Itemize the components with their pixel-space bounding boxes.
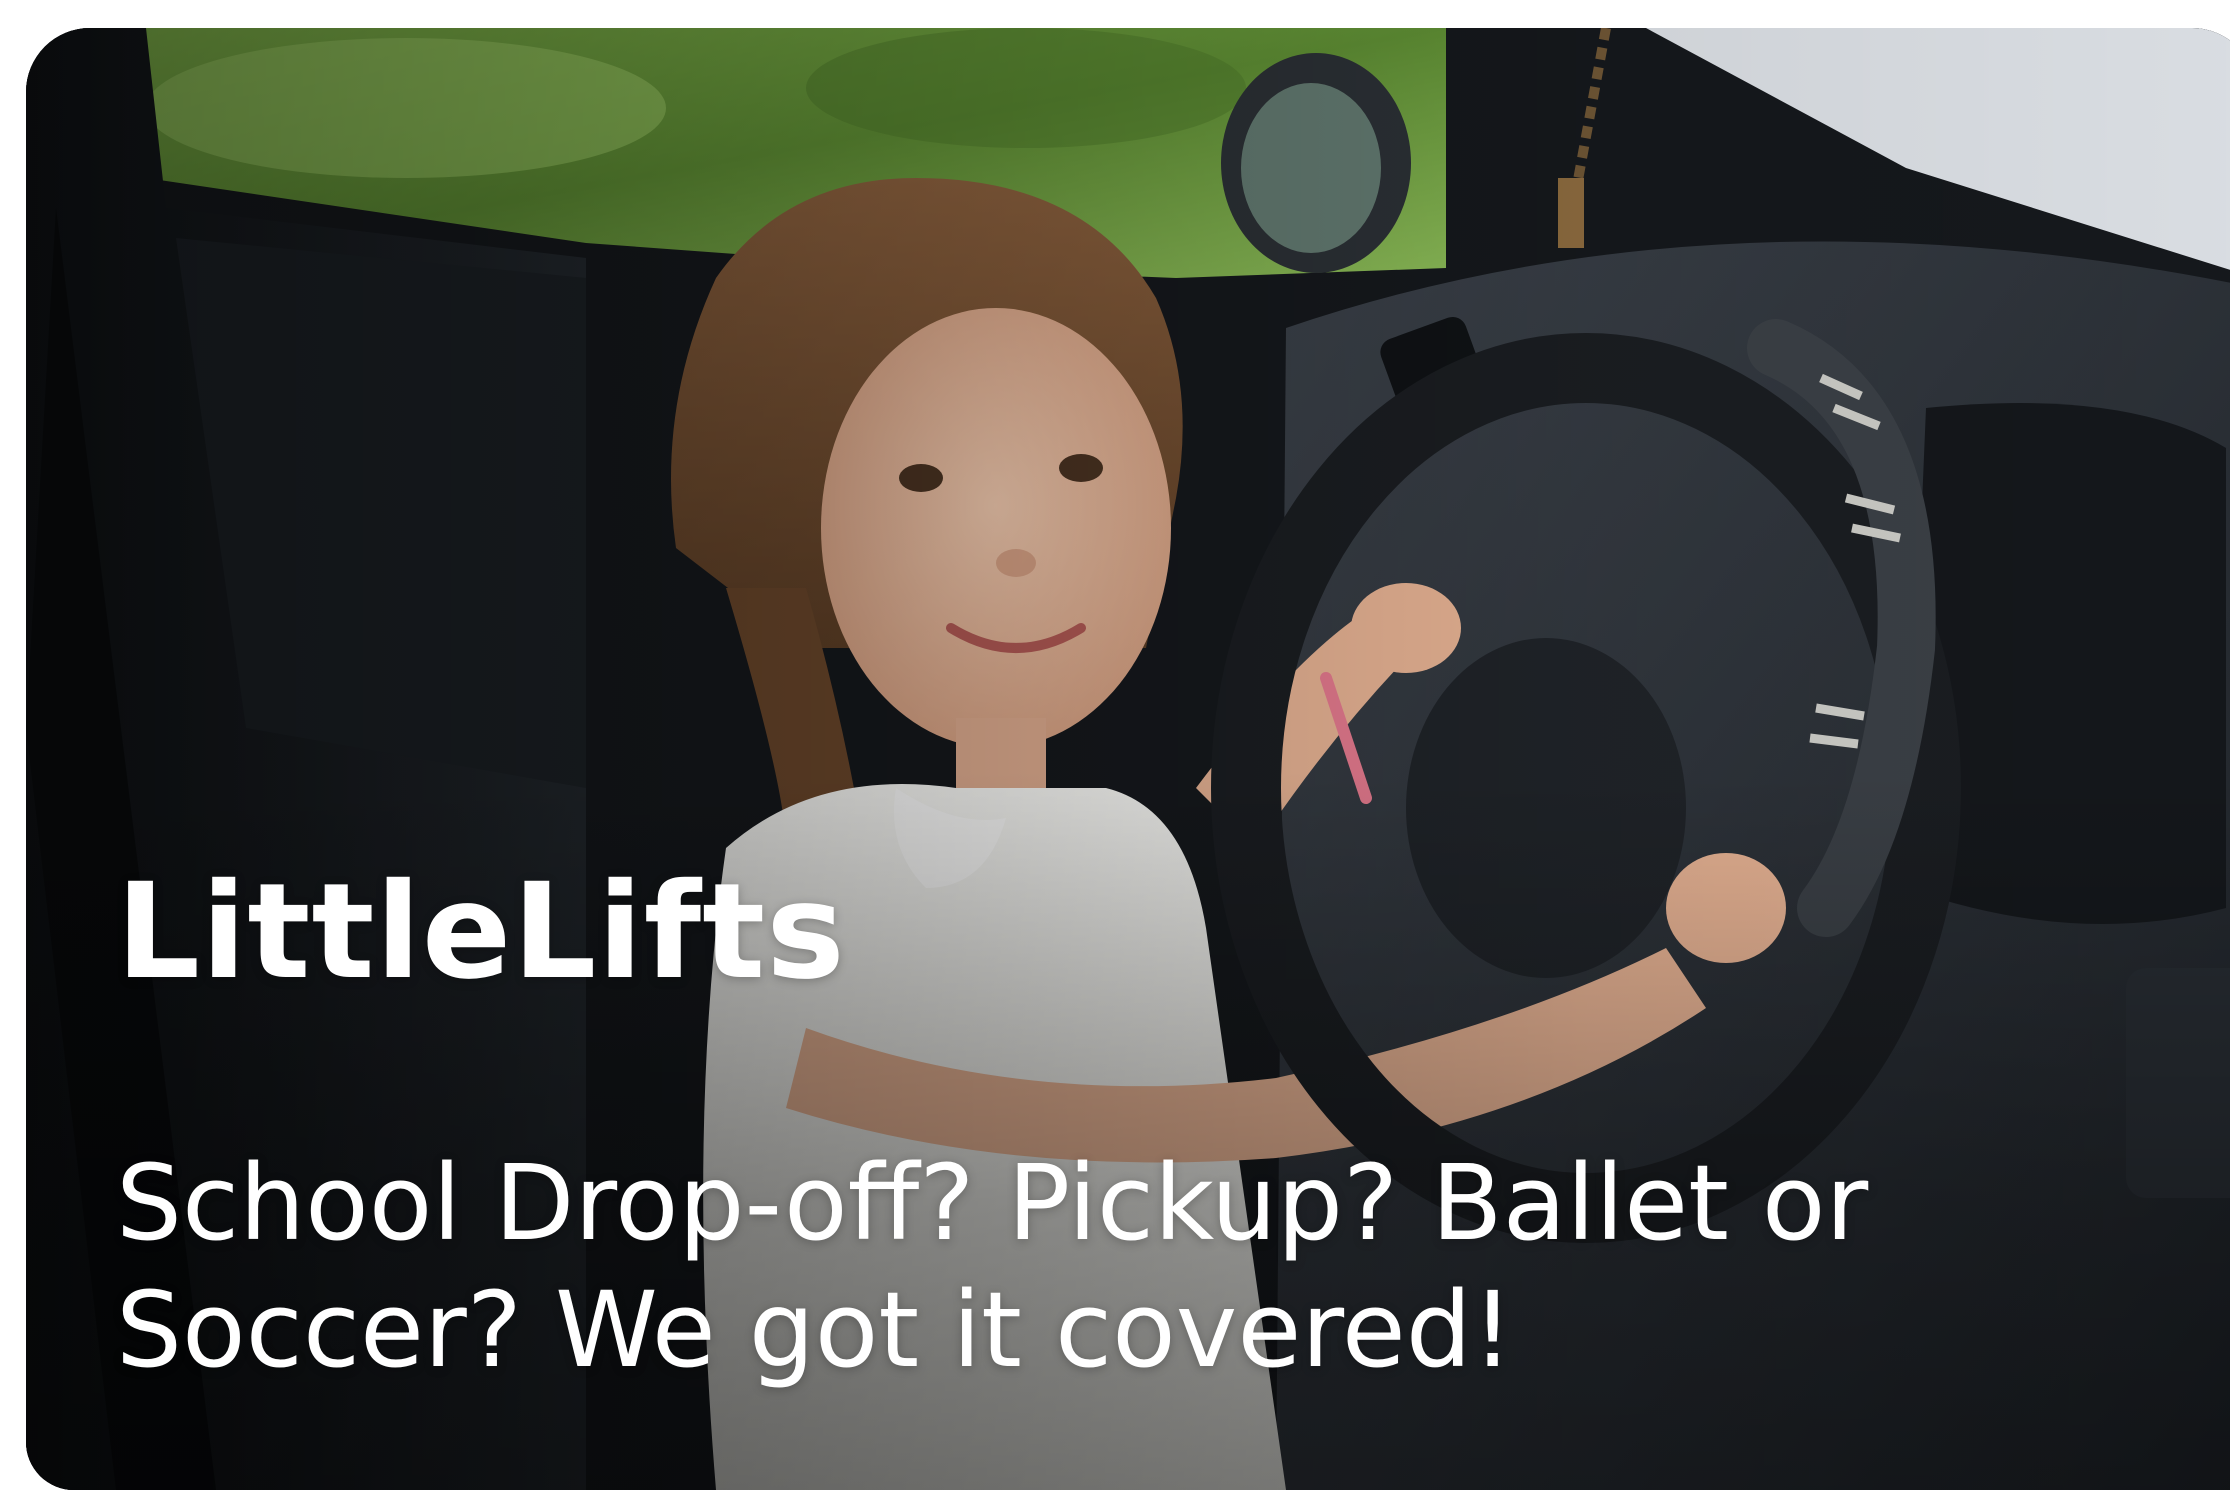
tagline: School Drop-off? Pickup? Ballet or Socce… bbox=[116, 1140, 2016, 1394]
brand-title: LittleLifts bbox=[116, 855, 846, 1009]
hero-card: LittleLifts School Drop-off? Pickup? Bal… bbox=[26, 28, 2230, 1490]
tagline-line-1: School Drop-off? Pickup? Ballet or bbox=[116, 1142, 1869, 1264]
tagline-line-2: Soccer? We got it covered! bbox=[116, 1268, 1514, 1391]
